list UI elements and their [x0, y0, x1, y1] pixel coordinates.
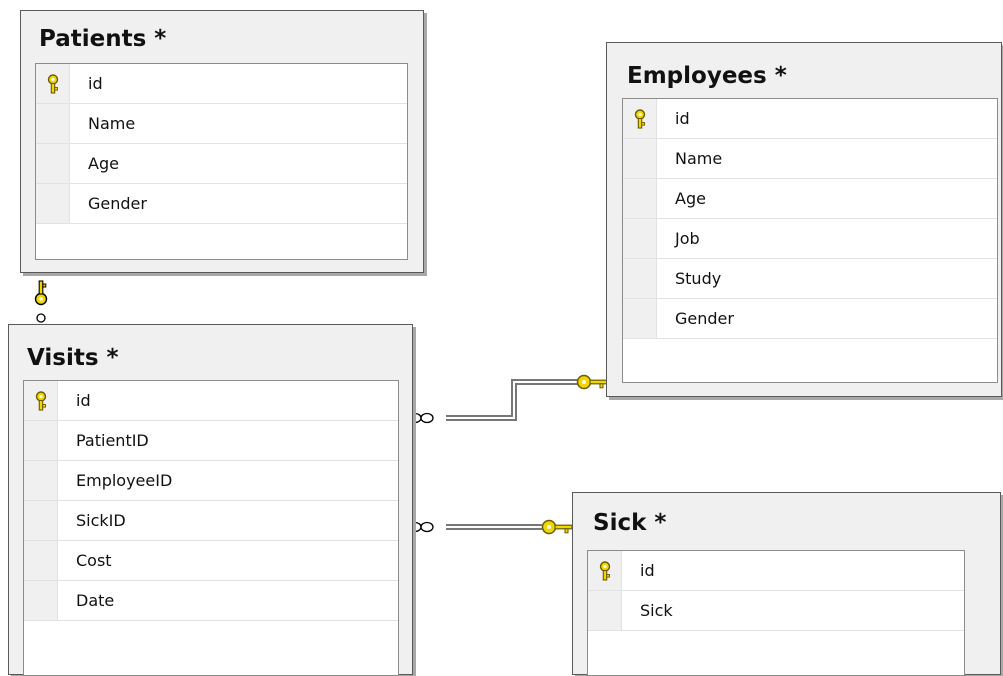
- column-row-id[interactable]: id: [24, 381, 398, 421]
- relationship-visits-sick[interactable]: [408, 519, 573, 535]
- column-name: Name: [675, 149, 723, 168]
- column-row-sick[interactable]: Sick: [588, 591, 964, 631]
- column-grid: id Sick: [587, 550, 965, 676]
- column-name: Job: [675, 229, 700, 248]
- key-icon: [541, 519, 573, 535]
- column-grid: id Name Age Gender: [35, 63, 408, 260]
- row-selector[interactable]: [623, 219, 657, 258]
- primary-key-icon: [47, 74, 59, 94]
- column-name: Study: [675, 269, 722, 288]
- row-selector[interactable]: [36, 104, 70, 143]
- table-title: Employees *: [627, 63, 787, 89]
- row-selector[interactable]: [24, 421, 58, 460]
- column-name: Gender: [88, 194, 147, 213]
- column-grid: id Name Age Job Study Gender: [622, 98, 998, 383]
- column-name: Gender: [675, 309, 734, 328]
- row-selector[interactable]: [36, 184, 70, 223]
- column-row-gender[interactable]: Gender: [36, 184, 407, 224]
- row-selector[interactable]: [623, 299, 657, 338]
- column-name: Age: [88, 154, 119, 173]
- table-sick[interactable]: Sick * id Sick: [572, 492, 1001, 676]
- row-selector[interactable]: [623, 179, 657, 218]
- relationship-visits-employees[interactable]: [408, 374, 608, 424]
- row-selector[interactable]: [623, 99, 657, 138]
- row-selector[interactable]: [36, 144, 70, 183]
- column-row-gender[interactable]: Gender: [623, 299, 997, 339]
- column-row-sickid[interactable]: SickID: [24, 501, 398, 541]
- column-row-id[interactable]: id: [588, 551, 964, 591]
- primary-key-icon: [599, 561, 611, 581]
- table-visits[interactable]: Visits * id PatientID EmployeeID SickID Cost…: [8, 324, 413, 676]
- column-name: id: [675, 109, 690, 128]
- column-name: id: [76, 391, 91, 410]
- column-grid: id PatientID EmployeeID SickID Cost Date: [23, 380, 399, 676]
- column-row-name[interactable]: Name: [623, 139, 997, 179]
- column-name: SickID: [76, 511, 126, 530]
- column-name: EmployeeID: [76, 471, 173, 490]
- key-icon: [34, 280, 48, 306]
- column-row-age[interactable]: Age: [36, 144, 407, 184]
- key-icon: [576, 374, 608, 390]
- column-name: Sick: [640, 601, 673, 620]
- primary-key-icon: [634, 109, 646, 129]
- column-row-age[interactable]: Age: [623, 179, 997, 219]
- row-selector[interactable]: [588, 591, 622, 630]
- column-name: Date: [76, 591, 115, 610]
- row-selector[interactable]: [36, 64, 70, 103]
- row-selector[interactable]: [24, 501, 58, 540]
- row-selector[interactable]: [24, 541, 58, 580]
- row-selector[interactable]: [623, 259, 657, 298]
- column-row-job[interactable]: Job: [623, 219, 997, 259]
- infinity-icon: [36, 313, 46, 323]
- column-row-id[interactable]: id: [623, 99, 997, 139]
- row-selector[interactable]: [24, 581, 58, 620]
- column-row-study[interactable]: Study: [623, 259, 997, 299]
- column-name: Cost: [76, 551, 112, 570]
- table-title: Sick *: [593, 510, 667, 536]
- row-selector[interactable]: [24, 381, 58, 420]
- column-name: Age: [675, 189, 706, 208]
- table-title: Visits *: [27, 345, 119, 371]
- column-row-employeeid[interactable]: EmployeeID: [24, 461, 398, 501]
- diagram-canvas: Patients * id Name Age Gender Employees * i…: [0, 0, 1003, 676]
- table-title: Patients *: [39, 26, 167, 52]
- table-patients[interactable]: Patients * id Name Age Gender: [20, 10, 424, 273]
- column-row-date[interactable]: Date: [24, 581, 398, 621]
- table-employees[interactable]: Employees * id Name Age Job Study Gender: [606, 42, 1002, 397]
- column-row-patientid[interactable]: PatientID: [24, 421, 398, 461]
- row-selector[interactable]: [24, 461, 58, 500]
- primary-key-icon: [35, 391, 47, 411]
- row-selector[interactable]: [588, 551, 622, 590]
- column-name: id: [640, 561, 655, 580]
- relationship-visits-patients[interactable]: [34, 280, 48, 323]
- row-selector[interactable]: [623, 139, 657, 178]
- column-row-id[interactable]: id: [36, 64, 407, 104]
- column-name: id: [88, 74, 103, 93]
- column-row-cost[interactable]: Cost: [24, 541, 398, 581]
- column-name: PatientID: [76, 431, 149, 450]
- column-row-name[interactable]: Name: [36, 104, 407, 144]
- column-name: Name: [88, 114, 136, 133]
